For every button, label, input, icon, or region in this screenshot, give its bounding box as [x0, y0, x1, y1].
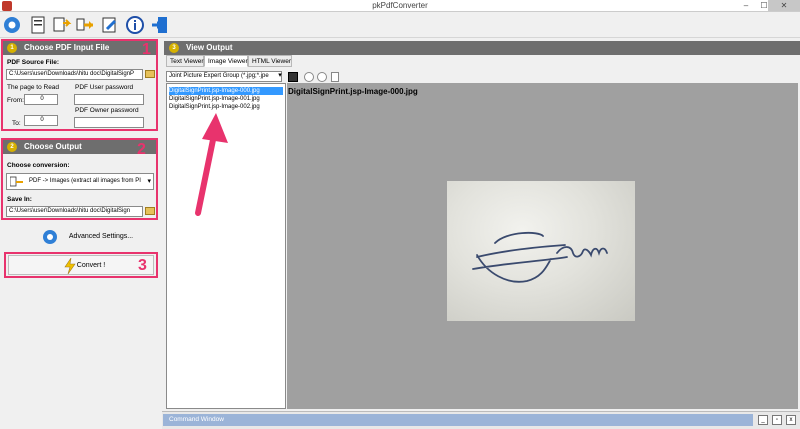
advanced-settings-label: Advanced Settings... [68, 233, 134, 240]
list-item[interactable]: DigitalSignPrint.jsp-Image-001.jpg [169, 95, 283, 103]
convert-arrow-icon[interactable] [75, 15, 95, 35]
window-title: pkPdfConverter [372, 1, 428, 10]
step-badge-2: 2 [137, 141, 146, 158]
command-window-title: Command Window [163, 414, 753, 426]
chevron-down-icon[interactable]: ▾ [276, 71, 284, 82]
convert-label: Convert ! [76, 262, 106, 269]
zoom-in-icon[interactable] [317, 72, 327, 82]
restore-icon[interactable]: ▫ [772, 415, 782, 425]
step-badge-1: 1 [142, 41, 151, 58]
close-button[interactable]: ✕ [768, 0, 800, 11]
advanced-settings-button[interactable]: Advanced Settings... [6, 227, 156, 247]
info-icon[interactable] [125, 15, 145, 35]
conversion-label: Choose conversion: [7, 162, 70, 169]
tab-html-viewer[interactable]: HTML Viewer [248, 55, 292, 67]
file-type-filter[interactable]: Joint Picture Expert Group (*.jpg;*.jpe [166, 71, 282, 82]
user-password-label: PDF User password [75, 84, 134, 91]
conversion-value: PDF -> Images (extract all images from P… [29, 178, 141, 184]
folder-icon[interactable] [145, 70, 155, 78]
owner-password-label: PDF Owner password [75, 107, 139, 114]
section-number: 3 [169, 43, 179, 53]
toolbar [0, 12, 800, 38]
pdf-to-image-icon [10, 176, 23, 187]
close-icon[interactable]: x [786, 415, 796, 425]
save-in-label: Save In: [7, 196, 32, 203]
image-viewer: DigitalSignPrint.jsp-Image-000.jpg [287, 83, 798, 409]
zoom-out-icon[interactable] [304, 72, 314, 82]
source-file-label: PDF Source File: [7, 59, 60, 66]
image-title: DigitalSignPrint.jsp-Image-000.jpg [288, 87, 418, 96]
command-window: Command Window _ ▫ x [162, 411, 800, 429]
chevron-down-icon[interactable]: ▾ [147, 174, 151, 189]
exit-icon[interactable] [150, 15, 170, 35]
step-badge-3: 3 [138, 257, 147, 274]
page-range-label: The page to Read [7, 84, 60, 91]
tab-text-viewer[interactable]: Text Viewer [166, 55, 204, 67]
edit-document-icon[interactable] [100, 15, 120, 35]
settings-icon[interactable] [2, 15, 22, 35]
tab-image-viewer[interactable]: Image Viewer [204, 55, 248, 67]
pointer-arrow [195, 113, 228, 216]
source-file-field[interactable]: C:\Users\user\Downloads\hitu doc\Digital… [6, 69, 143, 80]
lightning-icon [64, 258, 76, 274]
folder-icon[interactable] [145, 207, 155, 215]
minimize-icon[interactable]: _ [758, 415, 768, 425]
to-page-field[interactable]: 0 [24, 115, 58, 126]
save-in-field[interactable]: C:\Users\user\Downloads\hitu doc\Digital… [6, 206, 143, 217]
signature-image [447, 181, 635, 321]
minimize-button[interactable]: – [738, 0, 754, 11]
title-bar: pkPdfConverter – ☐ ✕ [0, 0, 800, 12]
save-icon[interactable] [288, 72, 298, 82]
user-password-field[interactable] [74, 94, 144, 105]
section-title: View Output [186, 43, 233, 52]
owner-password-field[interactable] [74, 117, 144, 128]
left-panel: 1 Choose PDF Input File 1 PDF Source Fil… [0, 39, 162, 429]
fit-page-icon[interactable] [331, 72, 339, 82]
from-page-field[interactable]: 0 [24, 94, 58, 105]
conversion-select[interactable]: PDF -> Images (extract all images from P… [6, 173, 154, 190]
to-label: To: [12, 120, 21, 127]
batch-convert-icon[interactable] [52, 15, 72, 35]
list-item[interactable]: DigitalSignPrint.jsp-Image-000.jpg [169, 87, 283, 95]
from-label: From: [7, 97, 24, 104]
document-icon[interactable] [28, 15, 48, 35]
gear-icon [43, 230, 57, 244]
view-output-panel: 3 View Output Text Viewer Image Viewer H… [164, 39, 800, 411]
view-output-header: 3 View Output [164, 41, 800, 55]
convert-button[interactable]: Convert ! [8, 255, 154, 275]
